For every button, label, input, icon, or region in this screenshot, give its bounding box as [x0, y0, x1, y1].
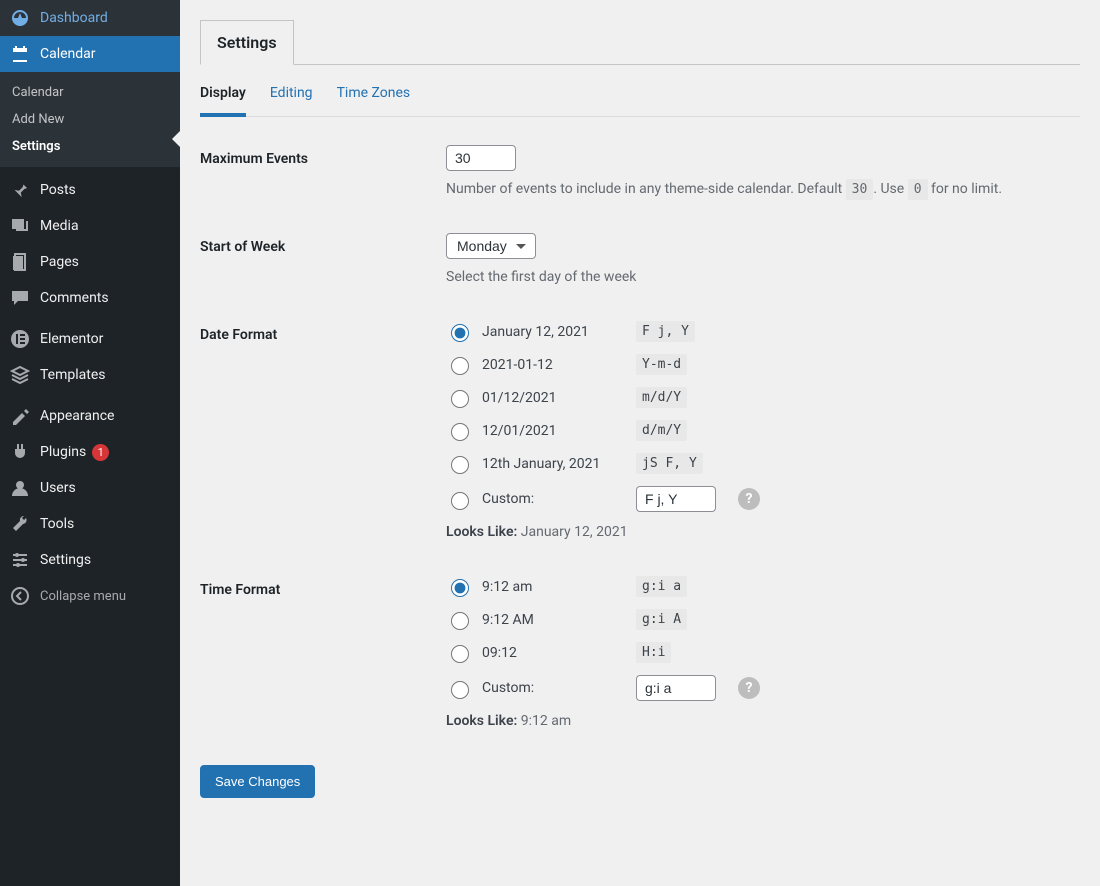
collapse-icon [10, 586, 30, 606]
time-format-example: 09:12 [482, 645, 612, 661]
date-format-example: 12th January, 2021 [482, 456, 612, 472]
sidebar-item-label: Users [40, 478, 76, 498]
sidebar-item-label: Plugins [40, 442, 86, 462]
date-format-custom-input[interactable] [636, 486, 716, 512]
templates-icon [10, 365, 30, 385]
max-events-input[interactable] [446, 145, 516, 171]
sidebar-item-label: Templates [40, 365, 106, 385]
help-icon[interactable]: ? [738, 677, 760, 699]
tools-icon [10, 514, 30, 534]
plugins-icon [10, 442, 30, 462]
time-format-code: H:i [636, 642, 671, 663]
time-format-radio-tf2[interactable] [451, 612, 469, 630]
sidebar-item-elementor[interactable]: Elementor [0, 321, 180, 357]
date-format-radio-df4[interactable] [451, 423, 469, 441]
save-changes-button[interactable]: Save Changes [200, 765, 315, 798]
tab-settings[interactable]: Settings [200, 20, 294, 65]
sidebar-item-templates[interactable]: Templates [0, 357, 180, 393]
sidebar-submenu-calendar: CalendarAdd NewSettings [0, 72, 180, 167]
time-format-label: Time Format [200, 576, 446, 729]
sidebar-item-label: Appearance [40, 406, 114, 426]
date-format-code: Y-m-d [636, 354, 687, 375]
sub-tabs: Display Editing Time Zones [200, 85, 1080, 117]
start-of-week-label: Start of Week [200, 233, 446, 285]
sidebar-item-label: Media [40, 216, 79, 236]
date-format-example: 2021-01-12 [482, 357, 612, 373]
sidebar-subitem-settings-sub[interactable]: Settings [0, 133, 180, 160]
time-format-custom-label: Custom: [482, 680, 612, 696]
top-tabs: Settings [200, 20, 1080, 65]
sidebar-item-calendar[interactable]: Calendar [0, 36, 180, 72]
sidebar-item-comments[interactable]: Comments [0, 280, 180, 316]
start-of-week-select[interactable]: Monday [446, 233, 536, 259]
sidebar-item-pages[interactable]: Pages [0, 244, 180, 280]
time-format-radio-tf3[interactable] [451, 645, 469, 663]
time-format-options: 9:12 am g:i a 9:12 AM g:i A 09:12 H:i Custom:?… [446, 576, 760, 729]
sidebar-item-label: Comments [40, 288, 109, 308]
sidebar-item-wp-settings[interactable]: Settings [0, 542, 180, 578]
date-format-custom-label: Custom: [482, 491, 612, 507]
max-events-desc: Number of events to include in any theme… [446, 181, 1002, 197]
sidebar-item-label: Tools [40, 514, 74, 534]
sidebar-item-label: Posts [40, 180, 76, 200]
sidebar-item-label: Calendar [40, 44, 96, 64]
date-format-example: January 12, 2021 [482, 324, 612, 340]
date-format-looks-like: Looks Like: January 12, 2021 [446, 524, 760, 540]
sidebar-item-plugins[interactable]: Plugins 1 [0, 434, 180, 470]
pages-icon [10, 252, 30, 272]
sidebar-item-appearance[interactable]: Appearance [0, 398, 180, 434]
start-of-week-desc: Select the first day of the week [446, 269, 636, 285]
date-format-radio-custom[interactable] [451, 492, 469, 510]
date-format-radio-df1[interactable] [451, 324, 469, 342]
sidebar-item-label: Settings [40, 550, 91, 570]
date-format-radio-df5[interactable] [451, 456, 469, 474]
sidebar-item-label: Pages [40, 252, 79, 272]
time-format-looks-like: Looks Like: 9:12 am [446, 713, 760, 729]
date-format-example: 01/12/2021 [482, 390, 612, 406]
sub-tab-display[interactable]: Display [200, 85, 246, 117]
media-icon [10, 216, 30, 236]
date-format-radio-df3[interactable] [451, 390, 469, 408]
help-icon[interactable]: ? [738, 488, 760, 510]
time-format-example: 9:12 am [482, 579, 612, 595]
pin-icon [10, 180, 30, 200]
date-format-options: January 12, 2021 F j, Y 2021-01-12 Y-m-d 01/… [446, 321, 760, 540]
sidebar-item-label: Dashboard [40, 8, 108, 28]
time-format-custom-input[interactable] [636, 675, 716, 701]
time-format-example: 9:12 AM [482, 612, 612, 628]
sidebar-subitem-calendar-sub[interactable]: Calendar [0, 79, 180, 106]
users-icon [10, 478, 30, 498]
date-format-code: jS F, Y [636, 453, 703, 474]
admin-sidebar: DashboardCalendarCalendarAdd NewSettings… [0, 0, 180, 886]
settings-icon [10, 550, 30, 570]
appearance-icon [10, 406, 30, 426]
sidebar-item-users[interactable]: Users [0, 470, 180, 506]
sidebar-item-media[interactable]: Media [0, 208, 180, 244]
time-format-code: g:i A [636, 609, 687, 630]
elementor-icon [10, 329, 30, 349]
sidebar-item-posts[interactable]: Posts [0, 172, 180, 208]
sidebar-item-label: Elementor [40, 329, 103, 349]
max-events-label: Maximum Events [200, 145, 446, 197]
date-format-radio-df2[interactable] [451, 357, 469, 375]
time-format-code: g:i a [636, 576, 687, 597]
date-format-label: Date Format [200, 321, 446, 540]
sidebar-item-dashboard[interactable]: Dashboard [0, 0, 180, 36]
sub-tab-editing[interactable]: Editing [270, 85, 313, 117]
calendar-icon [10, 44, 30, 64]
plugin-updates-badge: 1 [92, 444, 109, 461]
dashboard-icon [10, 8, 30, 28]
sidebar-item-tools[interactable]: Tools [0, 506, 180, 542]
main-content: Settings Display Editing Time Zones Maxi… [180, 0, 1100, 886]
date-format-code: d/m/Y [636, 420, 687, 441]
sidebar-subitem-add-new[interactable]: Add New [0, 106, 180, 133]
date-format-code: m/d/Y [636, 387, 687, 408]
time-format-radio-tf1[interactable] [451, 579, 469, 597]
sub-tab-timezones[interactable]: Time Zones [337, 85, 411, 117]
collapse-menu-button[interactable]: Collapse menu [0, 578, 180, 614]
date-format-code: F j, Y [636, 321, 695, 342]
comments-icon [10, 288, 30, 308]
date-format-example: 12/01/2021 [482, 423, 612, 439]
time-format-radio-custom[interactable] [451, 681, 469, 699]
